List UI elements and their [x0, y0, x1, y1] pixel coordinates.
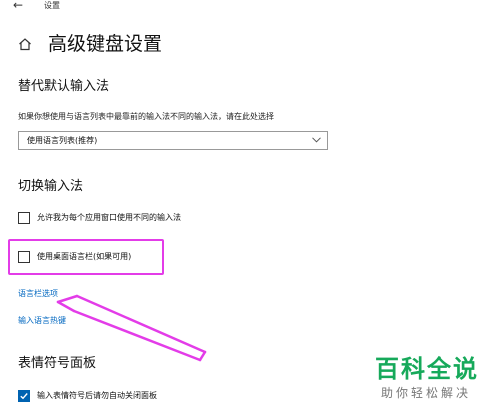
checkbox-label-per-app: 允许我为每个应用窗口使用不同的输入法 [37, 213, 181, 222]
checkbox-desktop-bar[interactable] [18, 251, 30, 263]
watermark-main-text: 百科全说 [375, 355, 479, 383]
checkbox-auto-close[interactable] [18, 390, 30, 402]
checkbox-per-app[interactable] [18, 212, 30, 224]
page-title: 高级键盘设置 [48, 33, 163, 55]
back-arrow-icon[interactable]: ← [13, 0, 23, 12]
override-description: 如果你想使用与语言列表中最靠前的输入法不同的输入法，请在此处选择 [18, 112, 274, 121]
title-bar: ← 设置 [0, 0, 500, 14]
link-input-language-hotkeys[interactable]: 输入语言热键 [18, 315, 66, 327]
window-title: 设置 [44, 1, 60, 10]
section-title-switching: 切换输入法 [18, 179, 84, 194]
watermark-sub-text: 助你轻松解决 [381, 386, 472, 400]
check-icon [20, 393, 28, 400]
checkbox-label-desktop-bar: 使用桌面语言栏(如果可用) [37, 252, 132, 261]
default-input-method-dropdown[interactable]: 使用语言列表(推荐) [18, 131, 328, 150]
link-language-bar-options[interactable]: 语言栏选项 [18, 288, 58, 300]
chevron-down-icon [312, 137, 321, 143]
dropdown-selected-value: 使用语言列表(推荐) [27, 136, 98, 145]
section-title-emoji: 表情符号面板 [18, 356, 97, 371]
section-title-override: 替代默认输入法 [18, 79, 110, 94]
checkbox-label-auto-close: 输入表情符号后请勿自动关闭面板 [37, 391, 157, 400]
annotation-arrow [56, 294, 207, 362]
home-icon[interactable] [18, 37, 32, 51]
